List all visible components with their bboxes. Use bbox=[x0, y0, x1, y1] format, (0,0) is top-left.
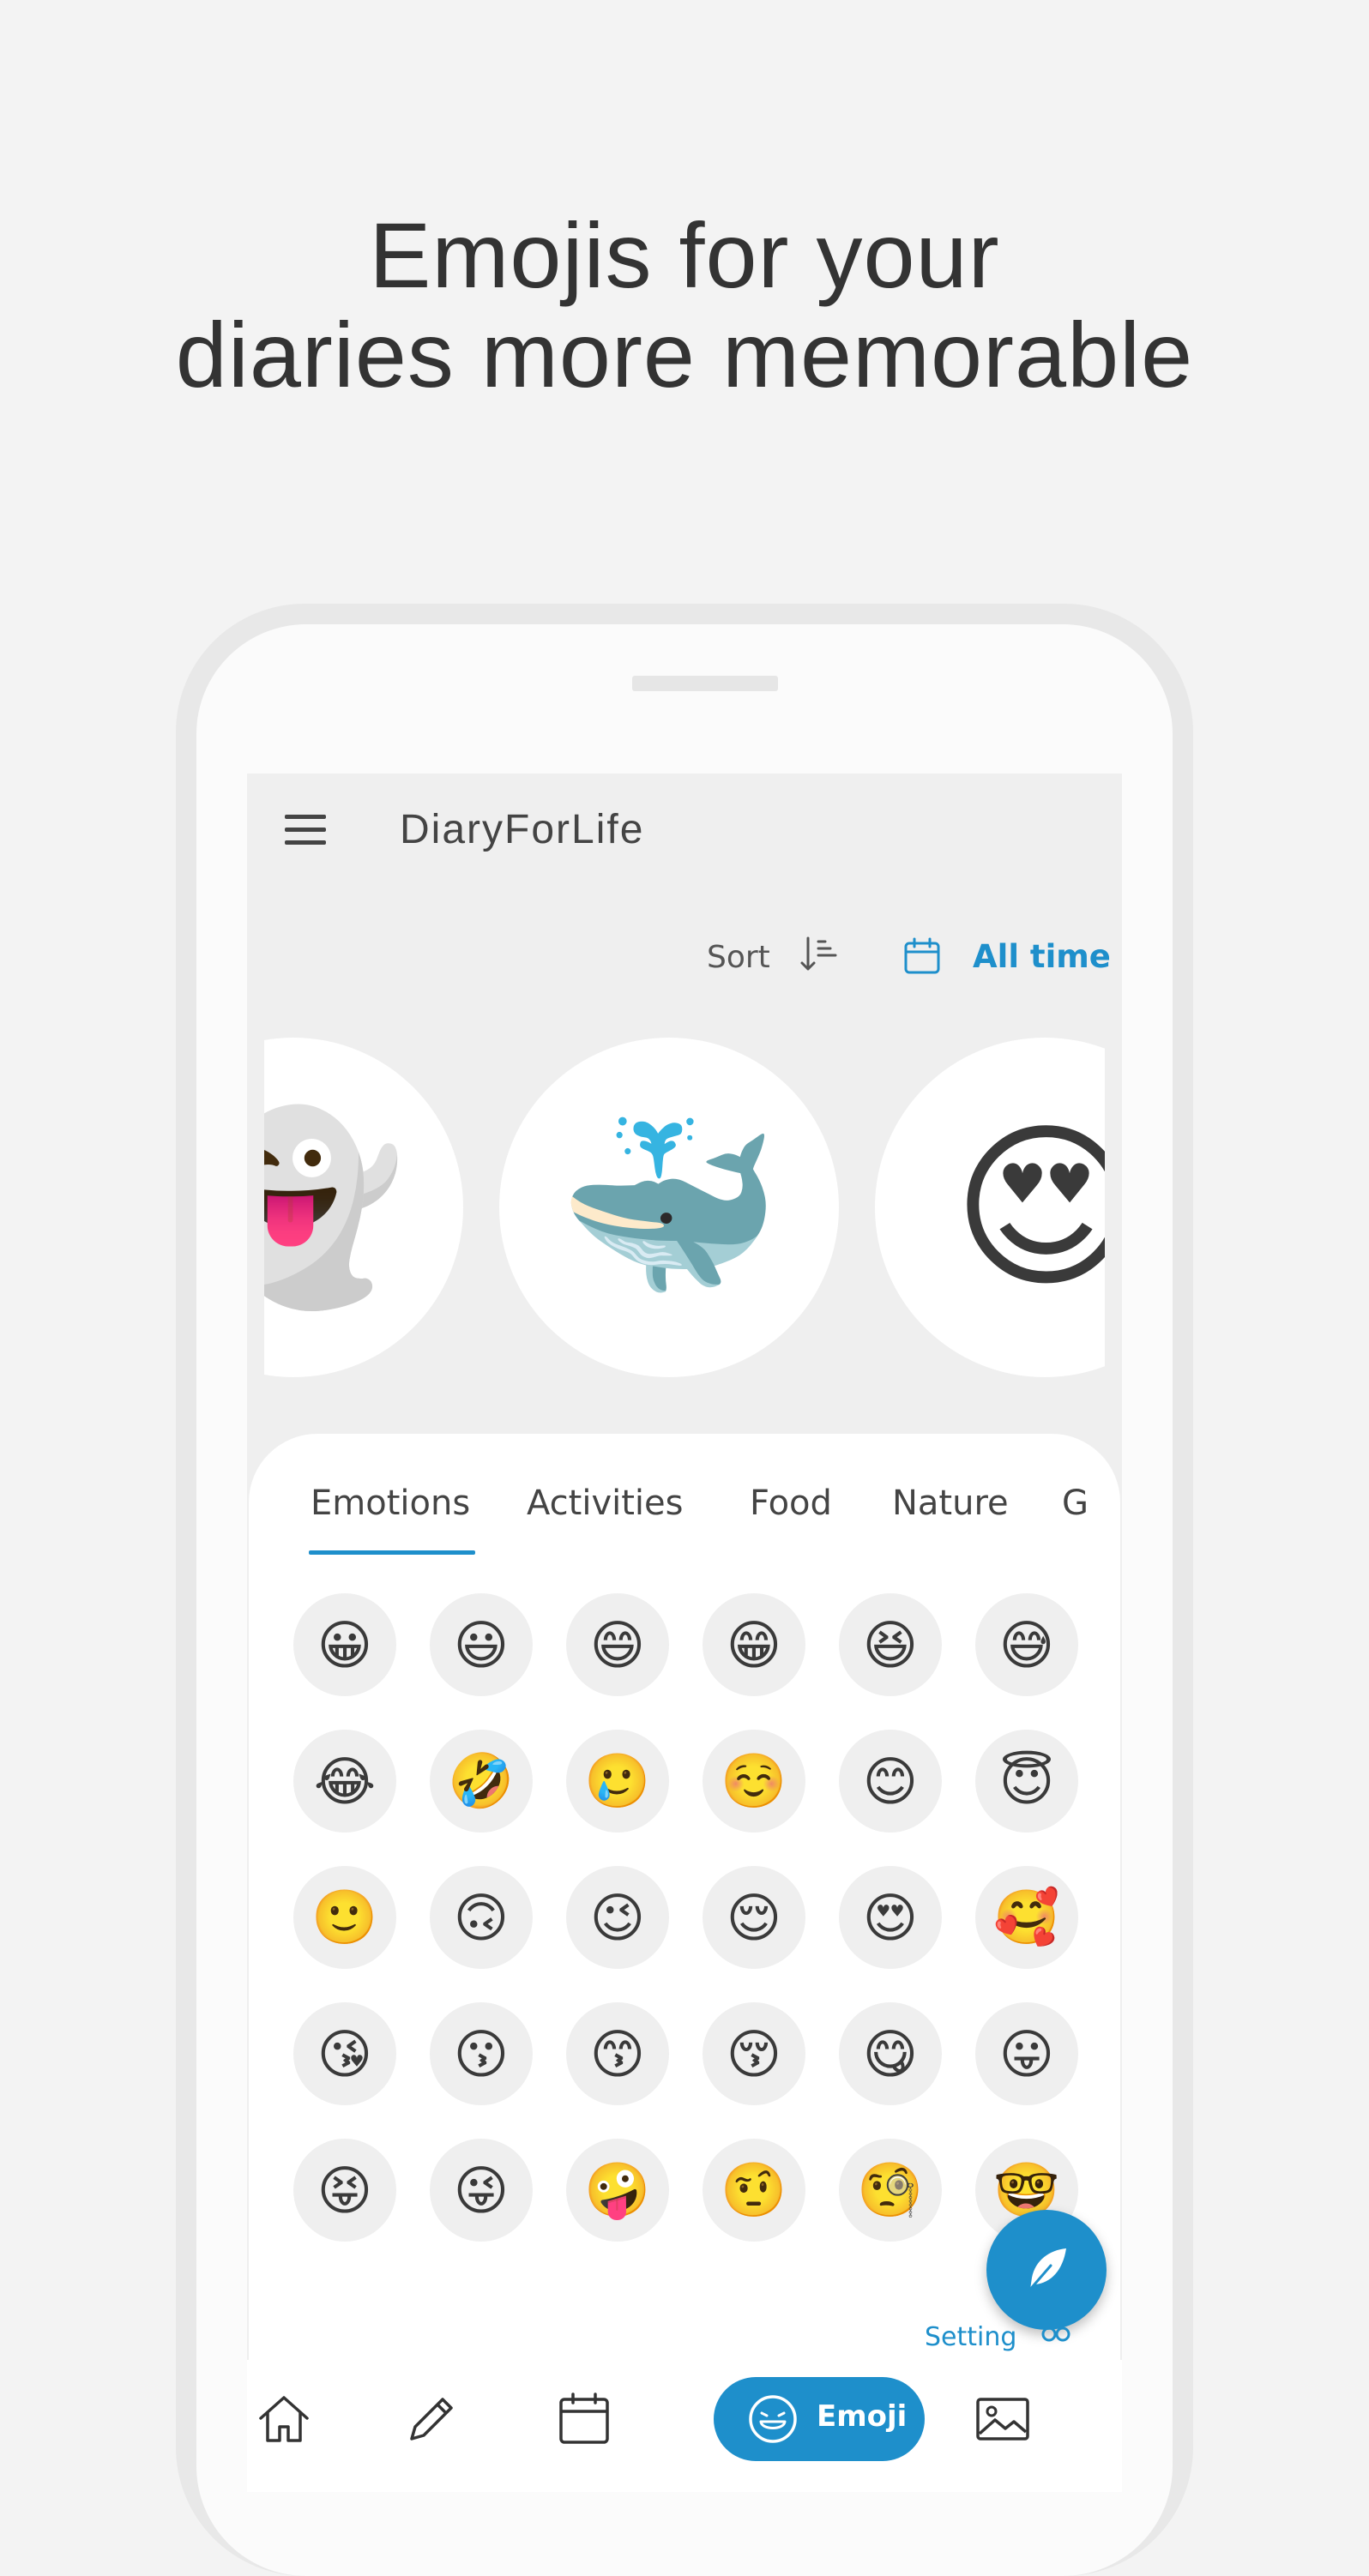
emoji-cell[interactable]: 🧐 bbox=[839, 2139, 942, 2242]
emoji-cell[interactable]: 😝 bbox=[293, 2139, 396, 2242]
carousel-item-heart-eyes[interactable]: 😍 bbox=[875, 1038, 1105, 1377]
emoji-cell[interactable]: 😍 bbox=[839, 1866, 942, 1969]
sort-filter-row: Sort All time bbox=[247, 928, 1122, 988]
emoji-cell[interactable]: 😌 bbox=[703, 1866, 805, 1969]
emoji-icon bbox=[749, 2395, 797, 2443]
app-bar: DiaryForLife bbox=[247, 773, 1122, 885]
tab-food[interactable]: Food bbox=[750, 1484, 832, 1523]
headline-line-1: Emojis for your bbox=[369, 203, 1000, 307]
calendar-icon[interactable] bbox=[554, 2389, 614, 2449]
phone-speaker bbox=[632, 676, 778, 691]
bottom-navigation: Emoji bbox=[247, 2360, 1122, 2492]
headline-line-2: diaries more memorable bbox=[175, 303, 1194, 406]
sort-label[interactable]: Sort bbox=[707, 940, 770, 975]
emoji-nav-button[interactable]: Emoji bbox=[714, 2377, 925, 2461]
emoji-cell[interactable]: 🙃 bbox=[430, 1866, 533, 1969]
feather-icon bbox=[1027, 2248, 1066, 2293]
setting-label: Setting bbox=[925, 2322, 1017, 2352]
headline: Emojis for your diaries more memorable bbox=[0, 206, 1369, 405]
calendar-filter-icon bbox=[904, 937, 940, 974]
tab-activities[interactable]: Activities bbox=[527, 1484, 683, 1523]
emoji-cell[interactable]: 😆 bbox=[839, 1593, 942, 1696]
emoji-carousel: 👻 🐳 😍 bbox=[264, 1038, 1105, 1381]
emoji-cell[interactable]: 🥰 bbox=[975, 1866, 1078, 1969]
app-title: DiaryForLife bbox=[400, 807, 645, 852]
active-tab-indicator bbox=[309, 1550, 475, 1555]
emoji-cell[interactable]: 😗 bbox=[430, 2002, 533, 2105]
emoji-cell[interactable]: 😄 bbox=[566, 1593, 669, 1696]
emoji-cell[interactable]: 😋 bbox=[839, 2002, 942, 2105]
tab-more[interactable]: G bbox=[1062, 1484, 1089, 1523]
emoji-cell[interactable]: 😉 bbox=[566, 1866, 669, 1969]
emoji-cell[interactable]: 😊 bbox=[839, 1730, 942, 1833]
emoji-cell[interactable]: 😅 bbox=[975, 1593, 1078, 1696]
pencil-icon[interactable] bbox=[401, 2389, 461, 2449]
home-icon[interactable] bbox=[259, 2389, 319, 2449]
carousel-item-ghost[interactable]: 👻 bbox=[264, 1038, 463, 1377]
emoji-cell[interactable]: 😜 bbox=[430, 2139, 533, 2242]
tab-nature[interactable]: Nature bbox=[892, 1484, 1009, 1523]
emoji-cell[interactable]: 😙 bbox=[566, 2002, 669, 2105]
emoji-cell[interactable]: 🤪 bbox=[566, 2139, 669, 2242]
emoji-cell[interactable]: 🤣 bbox=[430, 1730, 533, 1833]
date-filter-all-time[interactable]: All time bbox=[973, 938, 1111, 975]
hamburger-menu-icon[interactable] bbox=[285, 815, 328, 846]
setting-icon bbox=[1041, 2326, 1070, 2341]
emoji-cell[interactable]: 😚 bbox=[703, 2002, 805, 2105]
emoji-cell[interactable]: 😛 bbox=[975, 2002, 1078, 2105]
emoji-cell[interactable]: 🤨 bbox=[703, 2139, 805, 2242]
image-icon[interactable] bbox=[973, 2389, 1033, 2449]
emoji-cell[interactable]: 😀 bbox=[293, 1593, 396, 1696]
sort-icon[interactable] bbox=[798, 935, 837, 974]
tab-emotions[interactable]: Emotions bbox=[311, 1484, 470, 1523]
emoji-cell[interactable]: 😃 bbox=[430, 1593, 533, 1696]
emoji-cell[interactable]: 😂 bbox=[293, 1730, 396, 1833]
carousel-item-whale[interactable]: 🐳 bbox=[499, 1038, 839, 1377]
emoji-cell[interactable]: ☺️ bbox=[703, 1730, 805, 1833]
emoji-cell[interactable]: 🥲 bbox=[566, 1730, 669, 1833]
emoji-cell[interactable]: 😘 bbox=[293, 2002, 396, 2105]
category-tabs: Emotions Activities Food Nature G bbox=[249, 1434, 1120, 1562]
new-entry-fab[interactable] bbox=[986, 2210, 1107, 2330]
emoji-cell[interactable]: 🙂 bbox=[293, 1866, 396, 1969]
emoji-nav-label: Emoji bbox=[817, 2399, 908, 2434]
app-screen: DiaryForLife Sort All time 👻 🐳 😍 Emotion… bbox=[247, 773, 1122, 2492]
emoji-cell[interactable]: 😁 bbox=[703, 1593, 805, 1696]
emoji-cell[interactable]: 😇 bbox=[975, 1730, 1078, 1833]
setting-link[interactable]: Setting bbox=[925, 2322, 1073, 2353]
